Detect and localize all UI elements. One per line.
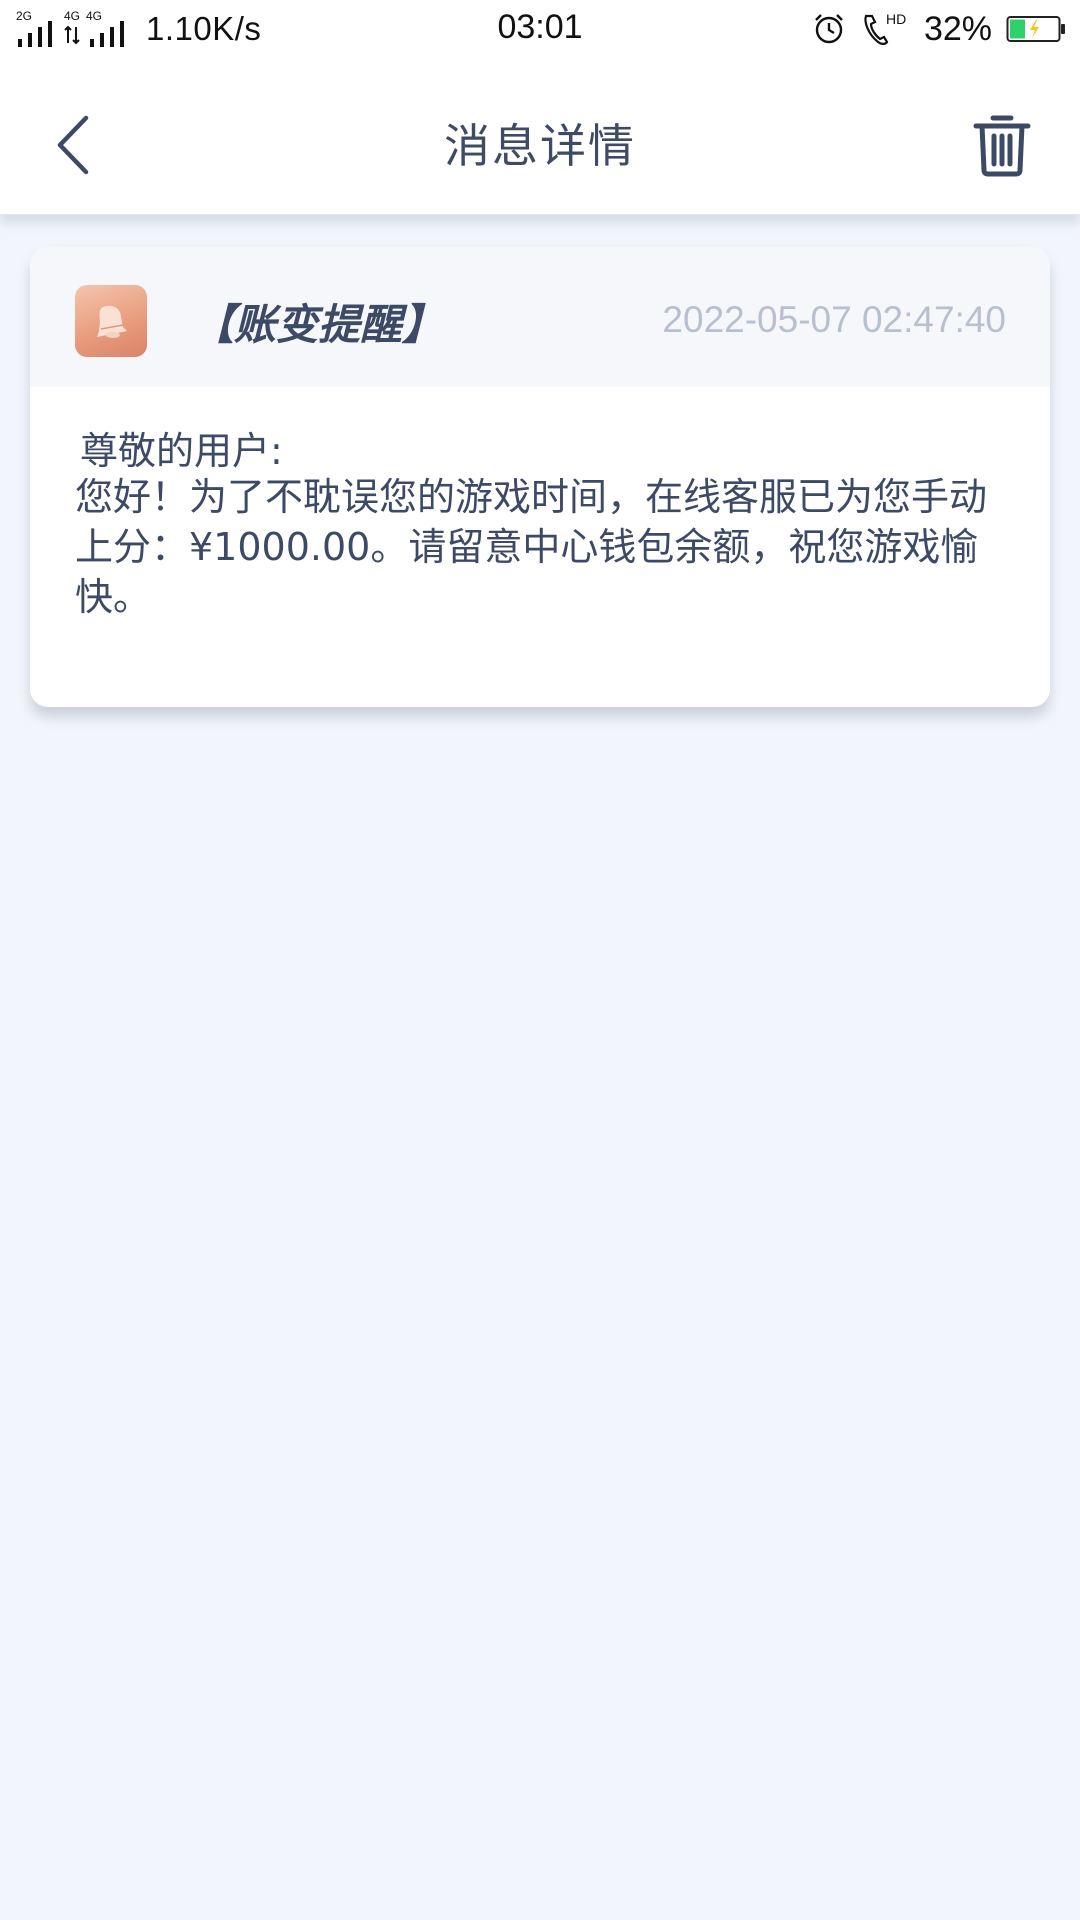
trash-icon bbox=[973, 115, 1031, 177]
alarm-icon bbox=[815, 14, 843, 44]
page-title: 消息详情 bbox=[444, 119, 636, 173]
message-body: 您好！为了不耽误您的游戏时间，在线客服已为您手动上分：¥1000.00。请留意中… bbox=[75, 475, 988, 619]
hd-label: HD bbox=[886, 11, 906, 27]
message-title: 【账变提醒】 bbox=[192, 300, 445, 349]
bell-icon bbox=[97, 305, 127, 338]
delete-button[interactable] bbox=[972, 112, 1032, 178]
message-card: 【账变提醒】 2022-05-07 02:47:40 尊敬的用户: 您好！为了不… bbox=[30, 247, 1050, 707]
battery-charging-icon bbox=[1006, 16, 1065, 42]
status-bar: 2G 4G 4G 1.10K/s 03:01 HD 32% bbox=[0, 0, 1080, 60]
status-bar-right: HD 32% bbox=[812, 6, 1066, 52]
message-timestamp: 2022-05-07 02:47:40 bbox=[662, 299, 1006, 340]
battery-percent: 32% bbox=[923, 9, 992, 48]
message-greeting: 尊敬的用户: bbox=[80, 429, 283, 473]
message-card-header: 【账变提醒】 2022-05-07 02:47:40 bbox=[30, 247, 1050, 387]
bell-badge bbox=[75, 285, 147, 357]
hd-call-icon: HD bbox=[864, 11, 906, 45]
nav-header: 消息详情 bbox=[0, 60, 1080, 215]
